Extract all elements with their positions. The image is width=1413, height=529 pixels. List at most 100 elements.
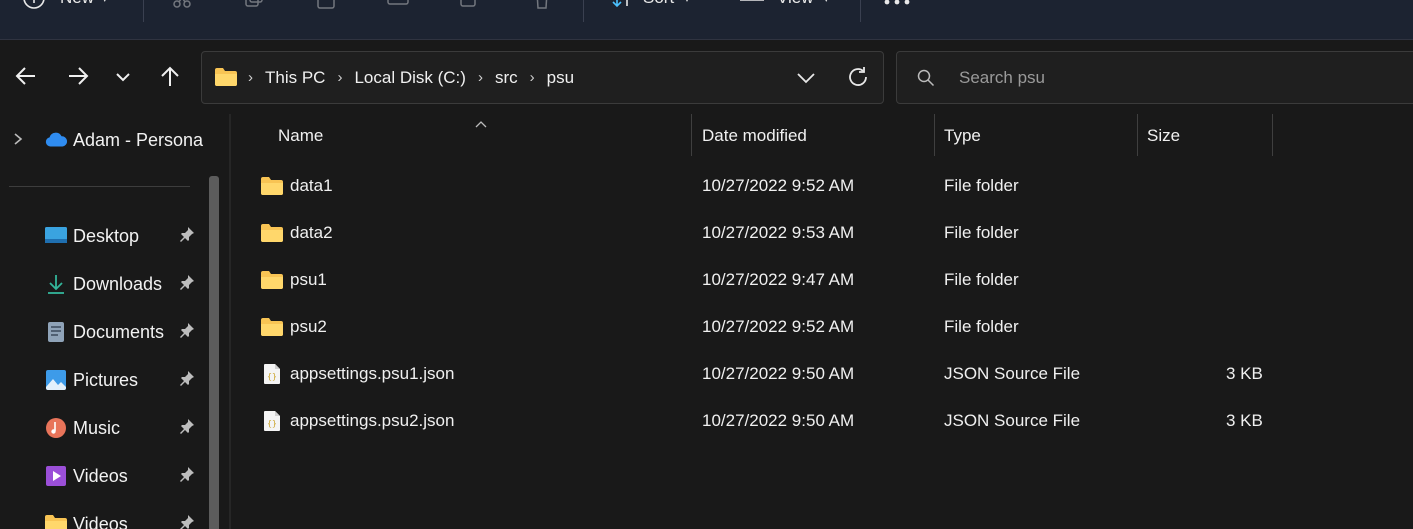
- sidebar-item-label: Documents: [73, 321, 165, 342]
- sidebar-item-desktop[interactable]: Desktop: [0, 216, 205, 256]
- address-bar[interactable]: › This PC › Local Disk (C:) › src › psu: [201, 51, 884, 104]
- sidebar-item-onedrive[interactable]: Adam - Persona: [0, 120, 205, 160]
- column-header-date[interactable]: Date modified: [702, 114, 807, 158]
- sidebar-item-videos[interactable]: Videos: [0, 456, 205, 496]
- file-type: JSON Source File: [944, 364, 1081, 383]
- column-resize-handle[interactable]: [1137, 114, 1138, 156]
- file-type: JSON Source File: [944, 411, 1081, 430]
- file-type: File folder: [944, 223, 1019, 242]
- pin-icon[interactable]: [178, 513, 196, 529]
- file-row[interactable]: {} appsettings.psu2.json 10/27/2022 9:50 A…: [231, 401, 1413, 441]
- file-name: appsettings.psu1.json: [290, 364, 455, 383]
- chevron-right-icon: ›: [477, 69, 483, 86]
- file-row[interactable]: psu1 10/27/2022 9:47 AM File folder: [231, 260, 1413, 300]
- file-row[interactable]: {} appsettings.psu1.json 10/27/2022 9:50 A…: [231, 354, 1413, 394]
- view-button[interactable]: View ▾: [739, 0, 829, 10]
- search-input[interactable]: [957, 66, 1357, 90]
- file-date-modified: 10/27/2022 9:52 AM: [702, 317, 855, 336]
- sidebar-item-label: Videos: [73, 513, 128, 529]
- more-icon: [883, 0, 911, 12]
- breadcrumb-src[interactable]: src: [495, 68, 518, 88]
- sidebar-item-downloads[interactable]: Downloads: [0, 264, 205, 304]
- chevron-right-icon: ›: [529, 69, 535, 86]
- forward-button[interactable]: [62, 62, 94, 94]
- new-button[interactable]: New ▾: [22, 0, 108, 10]
- pin-icon[interactable]: [178, 225, 196, 248]
- pin-icon[interactable]: [178, 369, 196, 392]
- breadcrumb-psu[interactable]: psu: [547, 68, 574, 88]
- toolbar-divider: [583, 0, 584, 22]
- copy-icon: [242, 0, 266, 10]
- file-type: File folder: [944, 270, 1019, 289]
- delete-button[interactable]: [530, 0, 554, 10]
- sidebar-item-documents[interactable]: Documents: [0, 312, 205, 352]
- sort-ascending-icon: [475, 115, 487, 133]
- pin-icon[interactable]: [178, 273, 196, 296]
- view-label: View: [777, 0, 814, 8]
- back-button[interactable]: [10, 62, 42, 94]
- file-name: data1: [290, 176, 333, 195]
- rename-icon: [386, 0, 412, 10]
- file-size: 3 KB: [1226, 364, 1263, 383]
- address-history-button[interactable]: [796, 68, 816, 93]
- downloads-icon: [44, 272, 68, 296]
- pin-icon[interactable]: [178, 465, 196, 488]
- paste-icon: [314, 0, 338, 10]
- share-button[interactable]: [458, 0, 482, 10]
- breadcrumb-local-disk[interactable]: Local Disk (C:): [354, 68, 465, 88]
- toolbar-divider: [860, 0, 861, 22]
- file-row[interactable]: psu2 10/27/2022 9:52 AM File folder: [231, 307, 1413, 347]
- column-header-size[interactable]: Size: [1147, 114, 1180, 158]
- chevron-down-icon: ▾: [824, 0, 830, 5]
- refresh-icon[interactable]: [846, 65, 870, 94]
- sidebar-item-label: Downloads: [73, 273, 163, 294]
- sidebar-item-label: Pictures: [73, 369, 139, 390]
- cut-button[interactable]: [170, 0, 194, 10]
- folder-icon: [44, 512, 68, 529]
- folder-icon: [260, 317, 284, 337]
- paste-button[interactable]: [314, 0, 338, 10]
- file-size: 3 KB: [1226, 411, 1263, 430]
- rename-button[interactable]: [386, 0, 412, 10]
- up-button[interactable]: [154, 62, 186, 94]
- file-date-modified: 10/27/2022 9:52 AM: [702, 176, 855, 195]
- arrow-up-icon: [159, 65, 181, 92]
- chevron-right-icon[interactable]: [12, 130, 24, 151]
- file-type: File folder: [944, 176, 1019, 195]
- recent-locations-button[interactable]: [107, 62, 139, 94]
- svg-text:{}: {}: [267, 419, 277, 428]
- column-resize-handle[interactable]: [1272, 114, 1273, 156]
- column-resize-handle[interactable]: [691, 114, 692, 156]
- file-row[interactable]: data2 10/27/2022 9:53 AM File folder: [231, 213, 1413, 253]
- onedrive-icon: [44, 128, 68, 152]
- column-header-type[interactable]: Type: [944, 114, 981, 158]
- chevron-down-icon: [115, 69, 131, 87]
- column-resize-handle[interactable]: [934, 114, 935, 156]
- view-lines-icon: [739, 0, 765, 10]
- sidebar-item-videos-folder[interactable]: Videos: [0, 504, 205, 529]
- chevron-down-icon: ▾: [684, 0, 690, 5]
- toolbar-divider: [143, 0, 144, 22]
- sidebar-item-music[interactable]: Music: [0, 408, 205, 448]
- folder-icon: [260, 223, 284, 243]
- file-date-modified: 10/27/2022 9:47 AM: [702, 270, 855, 289]
- file-name: psu2: [290, 317, 327, 336]
- file-name: appsettings.psu2.json: [290, 411, 455, 430]
- column-header-name[interactable]: Name: [278, 114, 323, 158]
- copy-button[interactable]: [242, 0, 266, 10]
- pin-icon[interactable]: [178, 321, 196, 344]
- sidebar-item-label: Videos: [73, 465, 128, 486]
- chevron-right-icon: ›: [337, 69, 343, 86]
- search-box[interactable]: [896, 51, 1413, 104]
- file-row[interactable]: data1 10/27/2022 9:52 AM File folder: [231, 166, 1413, 206]
- pin-icon[interactable]: [178, 417, 196, 440]
- breadcrumb-this-pc[interactable]: This PC: [265, 68, 325, 88]
- more-options-button[interactable]: [883, 0, 911, 14]
- navigation-pane: Adam - Persona Desktop Downloads Documen…: [0, 114, 222, 529]
- breadcrumb: › This PC › Local Disk (C:) › src › psu: [248, 52, 574, 103]
- json-file-icon: {}: [262, 363, 286, 384]
- folder-icon: [260, 270, 284, 290]
- sidebar-scrollbar[interactable]: [209, 176, 219, 529]
- sort-button[interactable]: Sort ▾: [611, 0, 690, 10]
- sidebar-item-pictures[interactable]: Pictures: [0, 360, 205, 400]
